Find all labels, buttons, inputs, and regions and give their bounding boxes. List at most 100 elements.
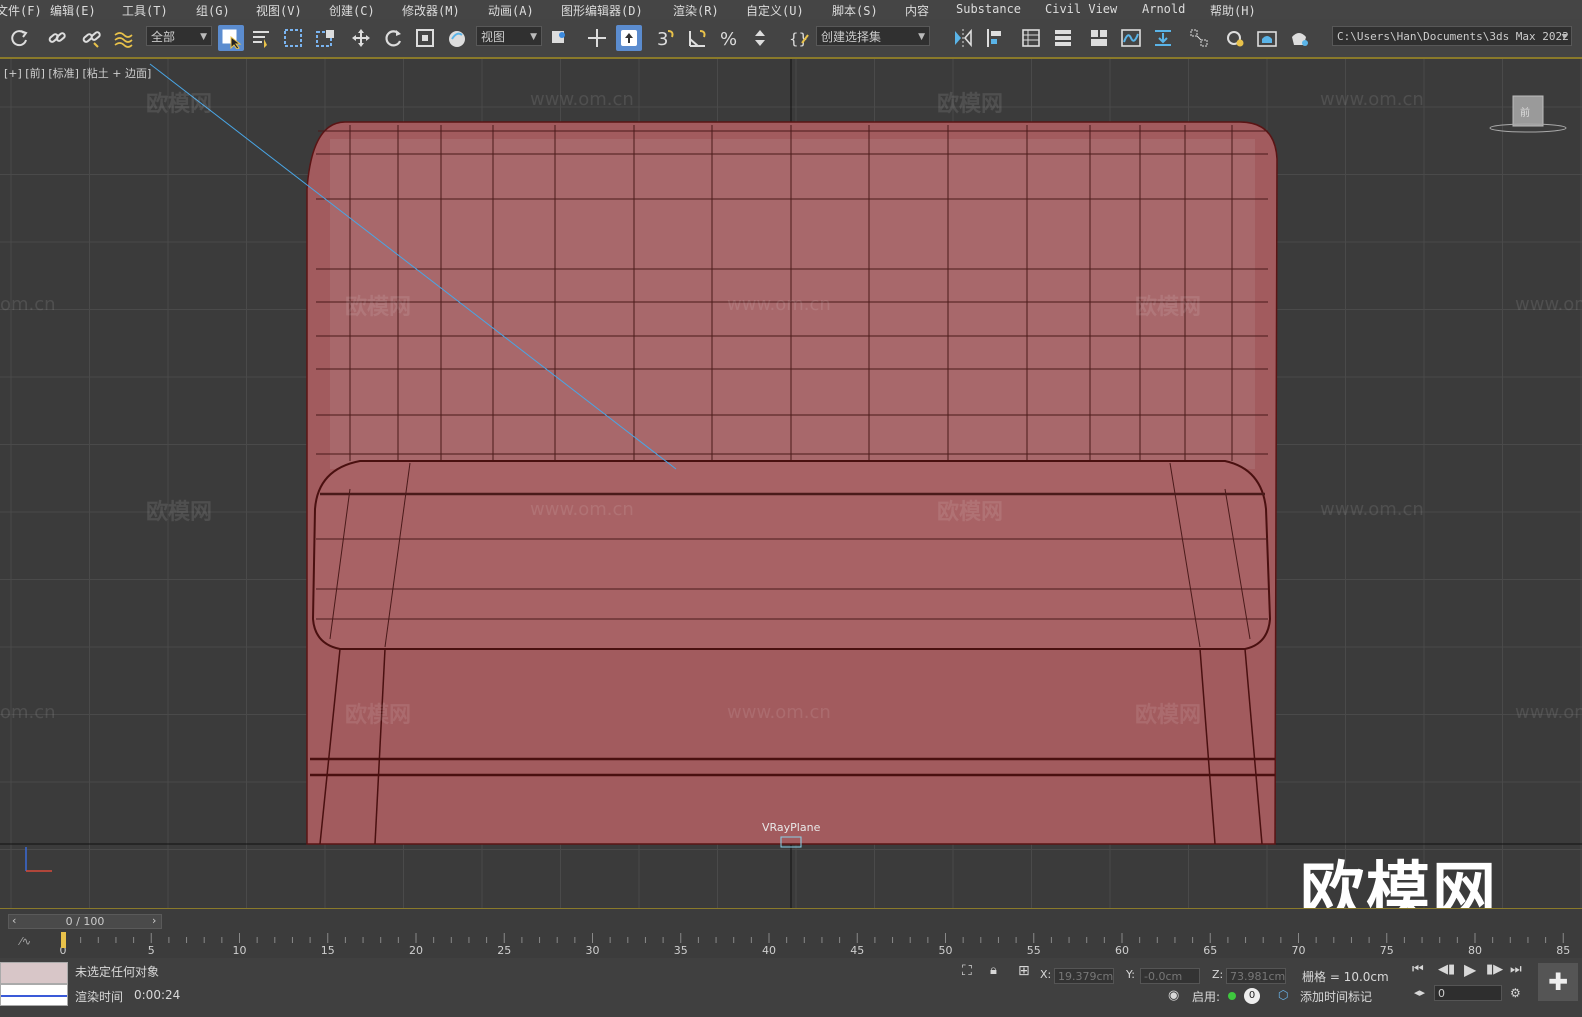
watermark-url: www.om.cn	[1320, 89, 1424, 110]
schematic-view-icon[interactable]	[1150, 25, 1176, 51]
y-coordinate-field[interactable]: -0.0cm	[1140, 968, 1200, 984]
align-icon[interactable]	[982, 25, 1008, 51]
curve-editor-icon[interactable]	[1118, 25, 1144, 51]
scale-icon[interactable]	[412, 25, 438, 51]
window-crossing-icon[interactable]	[312, 25, 338, 51]
watermark-url: om.cn	[0, 294, 56, 315]
menu-content[interactable]: 内容	[905, 2, 929, 19]
frame-tick-label: 30	[586, 944, 600, 955]
menu-view[interactable]: 视图(V)	[256, 2, 302, 19]
current-frame-field[interactable]: 0	[1434, 985, 1502, 1001]
place-icon[interactable]	[444, 25, 470, 51]
watermark-url: om.cn	[0, 702, 56, 723]
menu-customize[interactable]: 自定义(U)	[746, 2, 804, 19]
x-coordinate-field[interactable]: 19.379cm	[1054, 968, 1114, 984]
frame-tick-label: 15	[321, 944, 335, 955]
vray-plane-label: VRayPlane	[762, 821, 821, 834]
render-setup-icon[interactable]	[1222, 25, 1248, 51]
edit-named-selection-icon[interactable]: {}	[786, 25, 812, 51]
menu-modifiers[interactable]: 修改器(M)	[402, 2, 460, 19]
go-to-end-icon[interactable]: ⏭	[1510, 962, 1522, 977]
snaps-toggle-icon[interactable]: 3	[652, 25, 678, 51]
select-manipulate-icon[interactable]	[584, 25, 610, 51]
redo-icon[interactable]	[6, 25, 32, 51]
frame-tick-label: 65	[1203, 944, 1217, 955]
previous-frame-icon[interactable]: ◀▮	[1438, 962, 1455, 977]
frame-tick-label: 55	[1027, 944, 1041, 955]
link-icon[interactable]	[44, 25, 70, 51]
selection-status: 未选定任何对象	[75, 965, 160, 979]
adaptive-degradation-icon[interactable]: ◉	[1168, 988, 1179, 1003]
toggle-ribbon-icon[interactable]	[1086, 25, 1112, 51]
timeline-area: 0 / 100 ‹ › ⁄∿ 0 5 10 15 20 25 30 35 40 45 50 55 60 6…	[0, 908, 1582, 959]
frame-tick-label: 70	[1292, 944, 1306, 955]
enable-count-badge[interactable]: 0	[1244, 988, 1260, 1004]
maxscript-input-box[interactable]	[0, 984, 68, 1006]
percent-snap-icon[interactable]: %	[716, 25, 742, 51]
move-icon[interactable]	[348, 25, 374, 51]
select-object-icon[interactable]	[218, 25, 244, 51]
time-configuration-icon[interactable]: ⚙	[1510, 986, 1521, 1000]
maxscript-listener-box[interactable]	[0, 962, 68, 984]
menu-edit[interactable]: 编辑(E)	[50, 2, 96, 19]
pivot-center-icon[interactable]	[546, 25, 572, 51]
rendered-frame-window-icon[interactable]	[1254, 25, 1280, 51]
menu-tools[interactable]: 工具(T)	[122, 2, 168, 19]
render-production-icon[interactable]	[1286, 25, 1312, 51]
track-bar[interactable]: 0 5 10 15 20 25 30 35 40 45 50 55 60 65 70 75 80 85	[0, 931, 1582, 955]
project-path-dropdown[interactable]: C:\Users\Han\Documents\3ds Max 2022 ▼	[1332, 26, 1572, 46]
rotate-icon[interactable]	[380, 25, 406, 51]
menu-rendering[interactable]: 渲染(R)	[673, 2, 719, 19]
layer-explorer-icon[interactable]	[1050, 25, 1076, 51]
absolute-mode-icon[interactable]: ⊞	[1018, 963, 1030, 979]
menu-create[interactable]: 创建(C)	[329, 2, 375, 19]
add-time-tag-button[interactable]: 添加时间标记	[1300, 988, 1372, 1005]
menu-arnold[interactable]: Arnold	[1142, 2, 1185, 16]
menu-scripting[interactable]: 脚本(S)	[832, 2, 878, 19]
viewport-label[interactable]: [+] [前] [标准] [粘土 + 边面]	[4, 65, 151, 81]
time-slider[interactable]: 0 / 100	[8, 914, 162, 929]
unlink-icon[interactable]	[78, 25, 104, 51]
scene-explorer-icon[interactable]	[1018, 25, 1044, 51]
isolate-selection-icon[interactable]: ⛶	[962, 963, 972, 979]
next-frame-icon[interactable]: ▮▶	[1486, 962, 1503, 977]
spinner-snap-icon[interactable]	[748, 25, 774, 51]
front-viewport[interactable]: 前 [+] [前] [标准] [粘土 + 边面] 欧模网 www.om.cn 欧…	[0, 59, 1582, 908]
reference-coordinate-dropdown[interactable]: 视图 ▼	[476, 26, 542, 46]
menu-help[interactable]: 帮助(H)	[1210, 2, 1256, 19]
keyboard-shortcut-override-icon[interactable]	[616, 25, 642, 51]
render-time-value: 0:00:24	[134, 988, 181, 1002]
z-coordinate-field[interactable]: 73.981cm	[1226, 968, 1286, 984]
mirror-icon[interactable]	[950, 25, 976, 51]
menu-substance[interactable]: Substance	[956, 2, 1021, 16]
sofa-seat-cushion[interactable]	[311, 460, 1272, 650]
big-watermark: 欧模网	[1300, 856, 1498, 908]
menu-file[interactable]: 文件(F)	[0, 2, 42, 19]
menu-bar: 文件(F) 编辑(E) 工具(T) 组(G) 视图(V) 创建(C) 修改器(M…	[0, 0, 1582, 19]
frame-tick-label: 80	[1468, 944, 1482, 955]
play-icon[interactable]: ▶	[1464, 960, 1476, 979]
menu-animation[interactable]: 动画(A)	[488, 2, 534, 19]
x-coordinate-label: X:	[1040, 968, 1052, 981]
enable-status-dot	[1228, 992, 1236, 1000]
frame-tick-label: 60	[1115, 944, 1129, 955]
current-frame-marker[interactable]	[61, 932, 66, 948]
menu-civil-view[interactable]: Civil View	[1045, 2, 1117, 16]
menu-graph-editors[interactable]: 图形编辑器(D)	[561, 2, 643, 19]
key-mode-icon[interactable]: ◂▸	[1414, 986, 1425, 999]
viewport-scene: 前	[0, 59, 1582, 908]
selection-filter-dropdown[interactable]: 全部 ▼	[146, 26, 212, 46]
viewport-navigation-plus-icon[interactable]: ✚	[1538, 963, 1578, 1001]
rectangular-selection-icon[interactable]	[280, 25, 306, 51]
go-to-start-icon[interactable]: ⏮	[1412, 962, 1424, 977]
bind-space-warp-icon[interactable]	[110, 25, 136, 51]
time-tag-icon[interactable]: ⬡	[1278, 988, 1288, 1002]
select-by-name-icon[interactable]	[248, 25, 274, 51]
material-editor-icon[interactable]	[1186, 25, 1212, 51]
menu-group[interactable]: 组(G)	[196, 2, 230, 19]
lock-icon[interactable]: 🔒︎	[990, 963, 997, 978]
slider-next-icon[interactable]: ›	[152, 914, 156, 927]
slider-prev-icon[interactable]: ‹	[12, 914, 16, 927]
angle-snap-icon[interactable]	[684, 25, 710, 51]
named-selection-set-dropdown[interactable]: 创建选择集 ▼	[816, 26, 930, 46]
